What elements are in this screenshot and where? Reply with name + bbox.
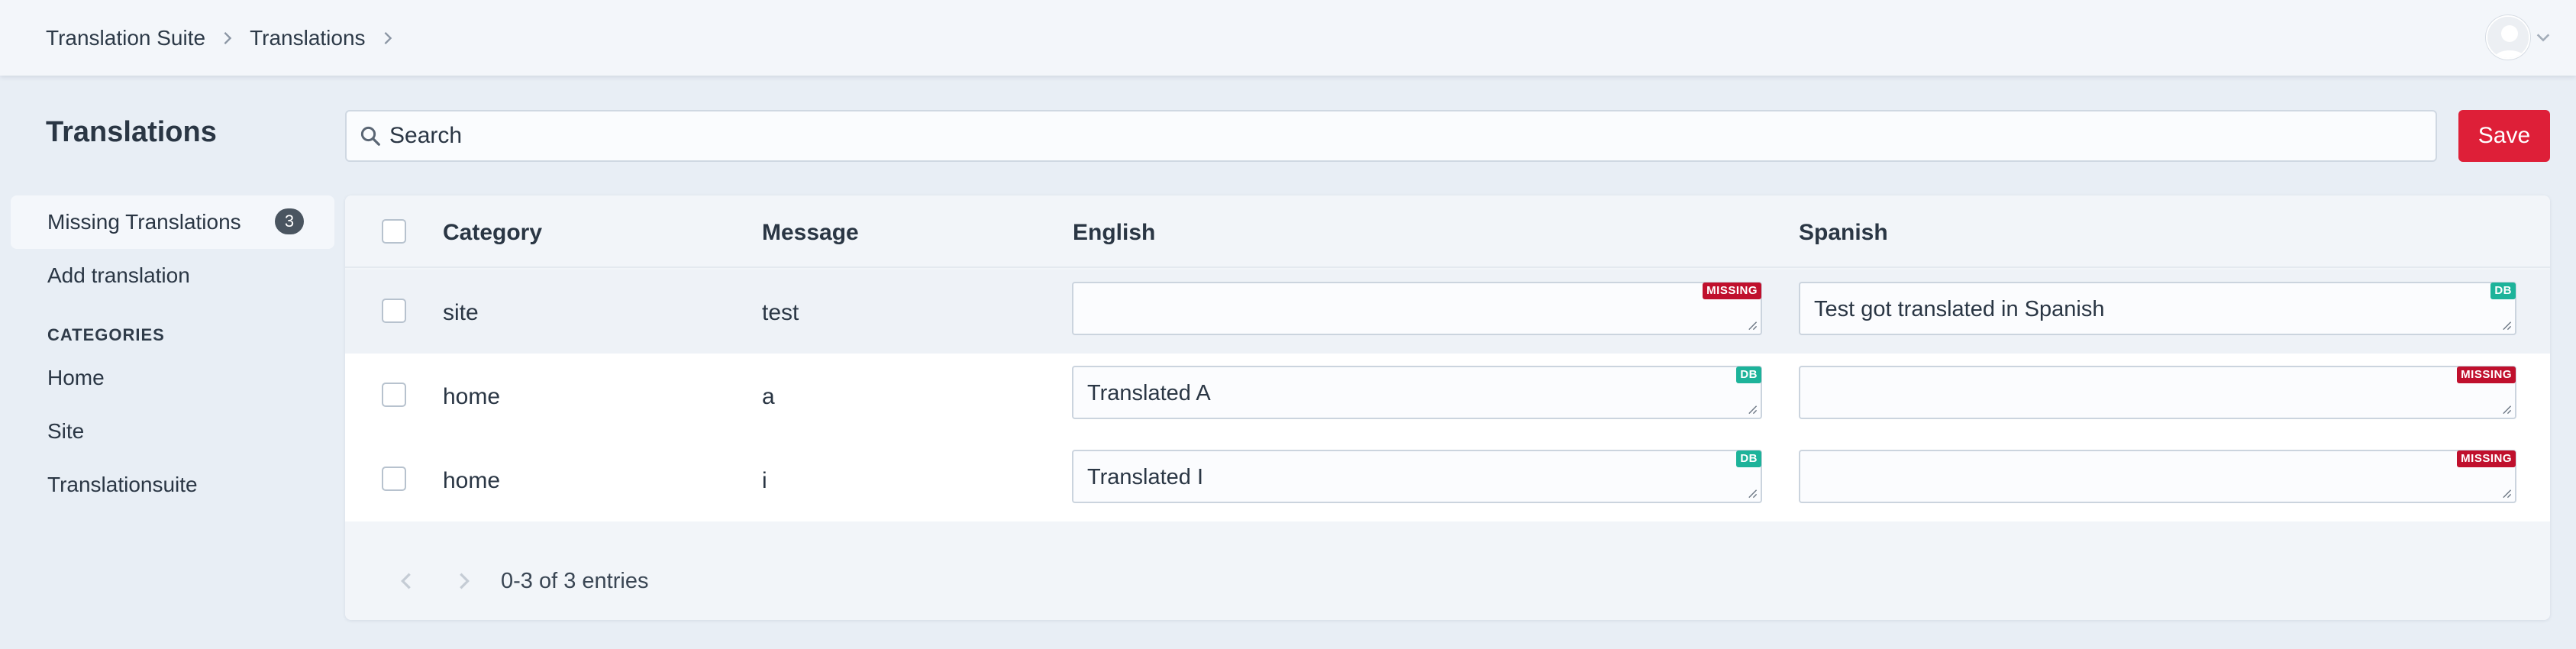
- translations-table: Category Message English Spanish site te…: [345, 195, 2550, 620]
- table-row: home a DB MISSING: [345, 354, 2550, 438]
- missing-badge: MISSING: [2457, 450, 2516, 467]
- sidebar-item-label: Home: [47, 366, 105, 389]
- sidebar-item-label: Add translation: [47, 263, 190, 287]
- breadcrumb: Translation Suite Translations: [46, 26, 410, 50]
- sidebar-item-site[interactable]: Site: [11, 405, 334, 458]
- english-translation-input[interactable]: [1073, 451, 1761, 502]
- sidebar-item-missing-translations[interactable]: Missing Translations 3: [11, 195, 334, 249]
- sidebar-item-label: Missing Translations: [47, 210, 241, 234]
- english-translation-field: MISSING: [1072, 282, 1762, 335]
- user-menu[interactable]: [2486, 15, 2552, 60]
- db-badge: DB: [2490, 283, 2516, 299]
- column-header-english[interactable]: English: [1073, 220, 1155, 246]
- row-checkbox[interactable]: [382, 383, 406, 407]
- english-translation-input[interactable]: [1073, 367, 1761, 418]
- table-row: home i DB MISSING: [345, 438, 2550, 521]
- sidebar-item-add-translation[interactable]: Add translation: [11, 249, 334, 302]
- table-footer: 0-3 of 3 entries: [345, 543, 2550, 620]
- select-all-checkbox[interactable]: [382, 219, 406, 244]
- breadcrumb-item-translations[interactable]: Translations: [250, 26, 365, 50]
- sidebar-item-label: Translationsuite: [47, 473, 198, 496]
- row-checkbox[interactable]: [382, 299, 406, 323]
- chevron-right-icon[interactable]: [454, 570, 475, 592]
- search-input[interactable]: [389, 123, 2374, 149]
- missing-badge: MISSING: [1703, 283, 1761, 299]
- db-badge: DB: [1736, 366, 1761, 383]
- resize-handle-icon[interactable]: [1747, 404, 1758, 415]
- page-title: Translations: [46, 116, 217, 148]
- chevron-right-icon: [376, 27, 399, 50]
- spanish-translation-field: DB: [1799, 282, 2516, 335]
- english-translation-field: DB: [1072, 450, 1762, 503]
- sidebar: Missing Translations 3 Add translation C…: [11, 195, 334, 512]
- save-button[interactable]: Save: [2458, 110, 2550, 162]
- column-header-category[interactable]: Category: [443, 220, 542, 246]
- category-cell: home: [443, 468, 501, 493]
- message-cell: i: [762, 468, 767, 493]
- spanish-translation-input[interactable]: [1800, 367, 2515, 418]
- message-cell: test: [762, 300, 799, 325]
- avatar[interactable]: [2486, 15, 2530, 60]
- chevron-left-icon[interactable]: [395, 570, 417, 592]
- english-translation-input[interactable]: [1073, 283, 1761, 334]
- spanish-translation-input[interactable]: [1800, 451, 2515, 502]
- resize-handle-icon[interactable]: [2501, 320, 2512, 331]
- table-header: Category Message English Spanish: [345, 195, 2550, 268]
- top-bar: Translation Suite Translations: [0, 0, 2576, 76]
- count-badge: 3: [275, 208, 304, 234]
- resize-handle-icon[interactable]: [1747, 320, 1758, 331]
- category-cell: site: [443, 300, 479, 325]
- table-row: site test MISSING DB: [345, 270, 2550, 354]
- chevron-down-icon[interactable]: [2535, 29, 2552, 46]
- category-cell: home: [443, 384, 501, 409]
- sidebar-item-translationsuite[interactable]: Translationsuite: [11, 458, 334, 512]
- spanish-translation-field: MISSING: [1799, 366, 2516, 419]
- english-translation-field: DB: [1072, 366, 1762, 419]
- categories-heading: CATEGORIES: [47, 325, 165, 344]
- chevron-right-icon: [216, 27, 239, 50]
- message-cell: a: [762, 384, 775, 409]
- missing-badge: MISSING: [2457, 366, 2516, 383]
- search-icon: [360, 126, 380, 146]
- db-badge: DB: [1736, 450, 1761, 467]
- resize-handle-icon[interactable]: [1747, 488, 1758, 499]
- sidebar-item-home[interactable]: Home: [11, 351, 334, 405]
- sidebar-item-label: Site: [47, 419, 85, 443]
- breadcrumb-item-translation-suite[interactable]: Translation Suite: [46, 26, 205, 50]
- resize-handle-icon[interactable]: [2501, 404, 2512, 415]
- row-checkbox[interactable]: [382, 467, 406, 491]
- column-header-spanish[interactable]: Spanish: [1799, 220, 1888, 246]
- spanish-translation-field: MISSING: [1799, 450, 2516, 503]
- spanish-translation-input[interactable]: [1800, 283, 2515, 334]
- search-bar: [345, 110, 2437, 162]
- resize-handle-icon[interactable]: [2501, 488, 2512, 499]
- pagination-info: 0-3 of 3 entries: [501, 569, 649, 593]
- column-header-message[interactable]: Message: [762, 220, 859, 246]
